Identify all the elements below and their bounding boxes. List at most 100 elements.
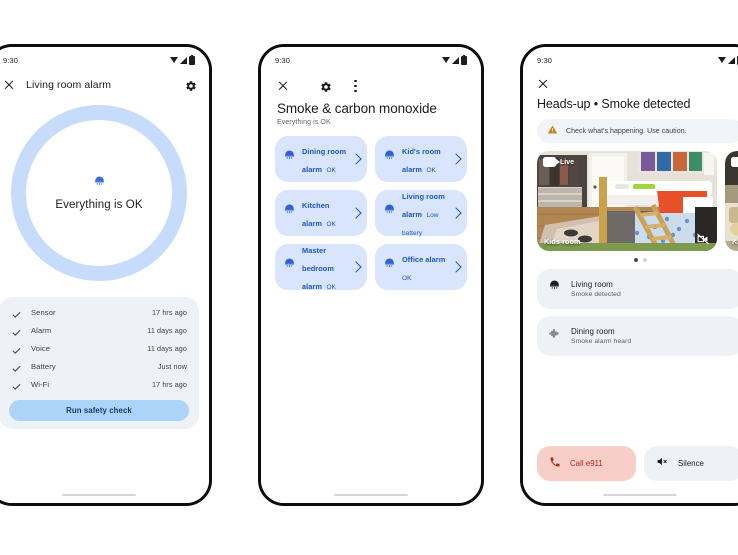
phone-1-appbar: Living room alarm (0, 69, 209, 95)
alarm-tile-state: OK (402, 275, 412, 282)
status-icons (442, 54, 467, 65)
close-icon[interactable] (3, 80, 14, 91)
pager-dot[interactable] (642, 258, 647, 262)
status-time: 9:30 (537, 55, 552, 65)
check-time: 11 days ago (147, 343, 187, 353)
camera-label: Kitc (732, 237, 738, 246)
video-camera-icon (543, 157, 560, 167)
gear-icon[interactable] (185, 79, 197, 91)
silence-button[interactable]: Silence (644, 446, 738, 481)
sound-wave-icon (548, 327, 561, 345)
check-row: Voice 11 days ago (0, 339, 199, 357)
phone-2-screen: 9:30 Smoke & carbon monoxide Everything … (261, 47, 481, 503)
wifi-icon (170, 57, 178, 63)
signal-icon (180, 56, 187, 64)
more-vertical-icon[interactable] (354, 79, 357, 93)
status-bar: 9:30 (0, 47, 209, 69)
chevron-right-icon (450, 261, 462, 273)
live-badge (731, 157, 738, 167)
carousel-pager[interactable] (523, 251, 738, 262)
home-indicator (603, 493, 677, 496)
page-title: Living room alarm (26, 79, 112, 91)
safety-check-card: Sensor 17 hrs ago Alarm 11 days ago Voic… (0, 297, 199, 429)
event-subtitle: Smoke alarm heard (571, 337, 632, 345)
phone-2-appbar (261, 69, 481, 95)
page-subtitle: Everything is OK (277, 119, 331, 126)
check-icon (11, 379, 22, 391)
battery-icon (189, 54, 195, 65)
alarm-tile-grid: Dining room alarm OK Kid's room alarm OK (261, 126, 481, 291)
alarm-tile[interactable]: Living room alarm Low battery (375, 190, 467, 237)
smoke-detector-icon (383, 150, 396, 168)
alarm-tile[interactable]: Kid's room alarm OK (375, 136, 467, 182)
check-label: Wi-Fi (31, 380, 50, 390)
status-time: 9:30 (3, 55, 18, 65)
check-label: Sensor (31, 307, 56, 317)
chevron-right-icon (450, 207, 462, 219)
check-time: Just now (157, 362, 187, 372)
status-ring: Everything is OK (11, 105, 187, 281)
close-icon[interactable] (277, 81, 288, 92)
alarm-tile[interactable]: Office alarm OK (375, 244, 467, 290)
check-label: Alarm (31, 325, 52, 335)
close-icon[interactable] (537, 79, 548, 90)
chevron-right-icon (350, 153, 362, 165)
silence-label: Silence (678, 459, 704, 468)
camera-card[interactable]: Live Kids room (537, 151, 717, 251)
call-e911-button[interactable]: Call e911 (537, 446, 636, 481)
smoke-detector-icon (383, 258, 396, 276)
action-bar: Call e911 Silence (537, 446, 738, 481)
wifi-icon (718, 57, 726, 63)
check-icon (11, 343, 22, 354)
live-badge: Live (543, 157, 574, 167)
alarm-tile[interactable]: Kitchen alarm OK (275, 190, 367, 236)
check-label: Voice (31, 343, 51, 353)
status-time: 9:30 (275, 55, 290, 65)
check-label: Battery (31, 362, 56, 372)
live-label: Live (560, 158, 575, 166)
alarm-tile-state: OK (326, 167, 336, 174)
smoke-detector-icon (283, 150, 296, 168)
speaker-mute-icon (656, 455, 669, 473)
pager-dot-active[interactable] (633, 258, 638, 262)
status-bar: 9:30 (261, 47, 481, 69)
mic-muted-icon[interactable] (696, 232, 710, 245)
signal-icon (452, 56, 459, 64)
event-title: Living room (571, 280, 613, 290)
gear-icon[interactable] (320, 80, 332, 92)
alarm-tile-state: OK (326, 284, 336, 291)
chevron-right-icon (450, 153, 462, 165)
check-time: 17 hrs ago (152, 380, 187, 390)
phone-3-frame: 9:30 Heads-up • Smoke detected Check wha… (520, 44, 738, 506)
event-row[interactable]: Dining room Smoke alarm heard (537, 316, 738, 356)
call-e911-label: Call e911 (570, 459, 603, 468)
camera-label: Kids room (544, 237, 581, 246)
alarm-tile-name: Dining room alarm (302, 147, 347, 174)
check-time: 11 days ago (147, 325, 187, 335)
phone-icon (549, 455, 561, 473)
phone-2-frame: 9:30 Smoke & carbon monoxide Everything … (258, 44, 484, 506)
check-icon (11, 325, 22, 336)
home-indicator (62, 493, 136, 496)
alarm-tile-state: OK (326, 221, 336, 228)
caution-banner-text: Check what's happening. Use caution. (566, 127, 687, 135)
event-row[interactable]: Living room Smoke detected (537, 269, 738, 309)
phone-1-frame: 9:30 Living room alarm Everything is OK … (0, 44, 212, 506)
status-ring-label: Everything is OK (55, 198, 143, 211)
check-row: Alarm 11 days ago (0, 321, 199, 339)
event-subtitle: Smoke detected (571, 290, 621, 298)
camera-card[interactable]: Kitc (725, 151, 738, 251)
smoke-detector-icon (93, 176, 106, 194)
status-icons (170, 54, 195, 65)
phone-3-appbar (523, 69, 738, 91)
smoke-detector-icon (383, 204, 396, 222)
alarm-tile[interactable]: Dining room alarm OK (275, 136, 367, 182)
check-icon (11, 307, 22, 318)
wifi-icon (442, 57, 450, 63)
phone-1-screen: 9:30 Living room alarm Everything is OK … (0, 47, 209, 503)
check-icon (11, 361, 22, 372)
page-title: Smoke & carbon monoxide (277, 101, 437, 116)
status-ring-wrapper: Everything is OK (0, 95, 209, 291)
run-safety-check-button[interactable]: Run safety check (9, 399, 189, 421)
alarm-tile[interactable]: Master bedroom alarm OK (275, 244, 367, 291)
